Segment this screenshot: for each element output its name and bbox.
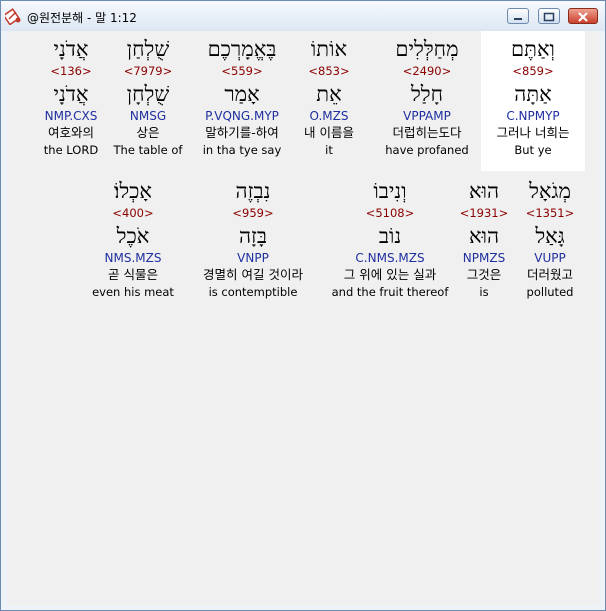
english-gloss: polluted xyxy=(526,285,574,299)
morphology-code: NMP.CXS xyxy=(44,109,98,123)
morphology-code: C.NPMYP xyxy=(506,109,560,123)
word-card[interactable]: וְאַתֶּם <859> אַתָּה C.NPMYP 그러나 너희는 Bu… xyxy=(481,31,585,171)
hebrew-lemma: שֻׁלְחָן xyxy=(126,82,170,106)
word-card[interactable]: מְגֹאָל <1351> גָּאַל VUPP 더러웠고 polluted xyxy=(511,173,589,300)
english-gloss: have profaned xyxy=(385,143,469,157)
close-button[interactable] xyxy=(568,8,598,24)
close-icon xyxy=(578,12,588,22)
korean-gloss: 더러웠고 xyxy=(526,267,573,282)
word-card[interactable]: מְחַלְּלִים <2490> חָלַל VPPAMP 더럽히는도다 h… xyxy=(375,31,479,158)
korean-gloss: 내 이름을 xyxy=(304,125,354,140)
word-card[interactable]: הוּא <1931> הוּא NPMZS 그것은 is xyxy=(451,173,517,300)
strong-number[interactable]: <400> xyxy=(85,205,181,222)
english-gloss: and the fruit thereof xyxy=(331,285,449,299)
word-card[interactable]: בֶּאֱמָרְכֶם <559> אָמַר P.VQNG.MYP 말하기를… xyxy=(187,31,297,158)
strong-number[interactable]: <559> xyxy=(187,63,297,80)
korean-gloss: 말하기를-하여 xyxy=(205,125,279,140)
strong-number[interactable]: <859> xyxy=(481,63,585,80)
morphology-code: C.NMS.MZS xyxy=(355,251,425,265)
english-gloss: is contemptible xyxy=(208,285,298,299)
hebrew-word: נִבְזֶה xyxy=(235,179,271,203)
bible-app-icon xyxy=(5,8,21,25)
hebrew-lemma: הוּא xyxy=(468,224,500,248)
hebrew-lemma: אֹכֶל xyxy=(116,224,150,248)
morphology-code: NMS.MZS xyxy=(104,251,162,265)
word-card[interactable]: אוֹתוֹ <853> אֵת O.MZS 내 이름을 it xyxy=(284,31,374,158)
hebrew-lemma: אַתָּה xyxy=(514,82,552,106)
korean-gloss: 그러나 너희는 xyxy=(496,125,570,140)
hebrew-word: מְגֹאָל xyxy=(529,179,571,203)
morphology-code: NMSG xyxy=(129,109,167,123)
hebrew-lemma: גָּאַל xyxy=(535,224,565,248)
korean-gloss: 경멸히 여길 것이라 xyxy=(203,267,303,282)
morphology-code: VPPAMP xyxy=(403,109,451,123)
morphology-code: O.MZS xyxy=(309,109,349,123)
morphology-code: NPMZS xyxy=(462,251,506,265)
word-card[interactable]: וְנִיבוֹ <5108> נוֹב C.NMS.MZS 그 위에 있는 실… xyxy=(325,173,455,300)
hebrew-lemma: אָמַר xyxy=(224,82,260,106)
app-window: @원전분해 - 말 1:12 וְאַתֶּם <859> אַתָּה C.N… xyxy=(0,0,606,611)
morphology-code: VNPP xyxy=(237,251,269,265)
maximize-icon xyxy=(543,12,555,22)
strong-number[interactable]: <959> xyxy=(183,205,323,222)
strong-number[interactable]: <5108> xyxy=(325,205,455,222)
hebrew-lemma: נוֹב xyxy=(378,224,402,248)
morphology-code: VUPP xyxy=(534,251,566,265)
hebrew-word: וְאַתֶּם xyxy=(511,37,555,61)
hebrew-lemma: אֲדֹנָי xyxy=(53,82,89,106)
hebrew-word: אוֹתוֹ xyxy=(310,37,348,61)
korean-gloss: 상은 xyxy=(136,125,160,140)
english-gloss: The table of xyxy=(113,143,183,157)
strong-number[interactable]: <136> xyxy=(31,63,111,80)
maximize-button[interactable] xyxy=(538,8,560,24)
hebrew-word: אֲדֹנָי xyxy=(53,37,89,61)
hebrew-word: מְחַלְּלִים xyxy=(395,37,459,61)
english-gloss: in tha tye say xyxy=(202,143,282,157)
window-title: @원전분해 - 말 1:12 xyxy=(27,11,137,25)
minimize-icon xyxy=(514,18,522,20)
word-analysis-panel: וְאַתֶּם <859> אַתָּה C.NPMYP 그러나 너희는 Bu… xyxy=(7,31,599,606)
korean-gloss: 그 위에 있는 실과 xyxy=(343,267,437,282)
korean-gloss: 여호와의 xyxy=(47,125,94,140)
korean-gloss: 그것은 xyxy=(466,267,502,282)
hebrew-word: הוּא xyxy=(468,179,500,203)
minimize-button[interactable] xyxy=(507,8,529,24)
word-card[interactable]: אֲדֹנָי <136> אֲדֹנָי NMP.CXS 여호와의 the L… xyxy=(31,31,111,158)
english-gloss: it xyxy=(325,143,333,157)
korean-gloss: 곧 식물은 xyxy=(108,267,158,282)
english-gloss: even his meat xyxy=(92,285,174,299)
english-gloss: the LORD xyxy=(43,143,99,157)
strong-number[interactable]: <2490> xyxy=(375,63,479,80)
strong-number[interactable]: <1351> xyxy=(511,205,589,222)
word-card[interactable]: אָכְלוֹ׃ <400> אֹכֶל NMS.MZS 곧 식물은 even … xyxy=(85,173,181,300)
word-card[interactable]: נִבְזֶה <959> בָּזָה VNPP 경멸히 여길 것이라 is … xyxy=(183,173,323,300)
hebrew-word: אָכְלוֹ׃ xyxy=(113,179,153,203)
morphology-code: P.VQNG.MYP xyxy=(205,109,279,123)
word-card[interactable]: שֻׁלְחַן <7979> שֻׁלְחָן NMSG 상은 The tab… xyxy=(105,31,191,158)
hebrew-word: וְנִיבוֹ xyxy=(373,179,407,203)
hebrew-word: בֶּאֱמָרְכֶם xyxy=(207,37,277,61)
strong-number[interactable]: <1931> xyxy=(451,205,517,222)
korean-gloss: 더럽히는도다 xyxy=(392,125,462,140)
hebrew-lemma: אֵת xyxy=(316,82,342,106)
hebrew-lemma: חָלַל xyxy=(410,82,444,106)
hebrew-lemma: בָּזָה xyxy=(238,224,268,248)
title-bar[interactable]: @원전분해 - 말 1:12 xyxy=(1,1,605,31)
english-gloss: But ye xyxy=(514,143,552,157)
strong-number[interactable]: <853> xyxy=(284,63,374,80)
strong-number[interactable]: <7979> xyxy=(105,63,191,80)
hebrew-word: שֻׁלְחַן xyxy=(126,37,170,61)
english-gloss: is xyxy=(479,285,489,299)
